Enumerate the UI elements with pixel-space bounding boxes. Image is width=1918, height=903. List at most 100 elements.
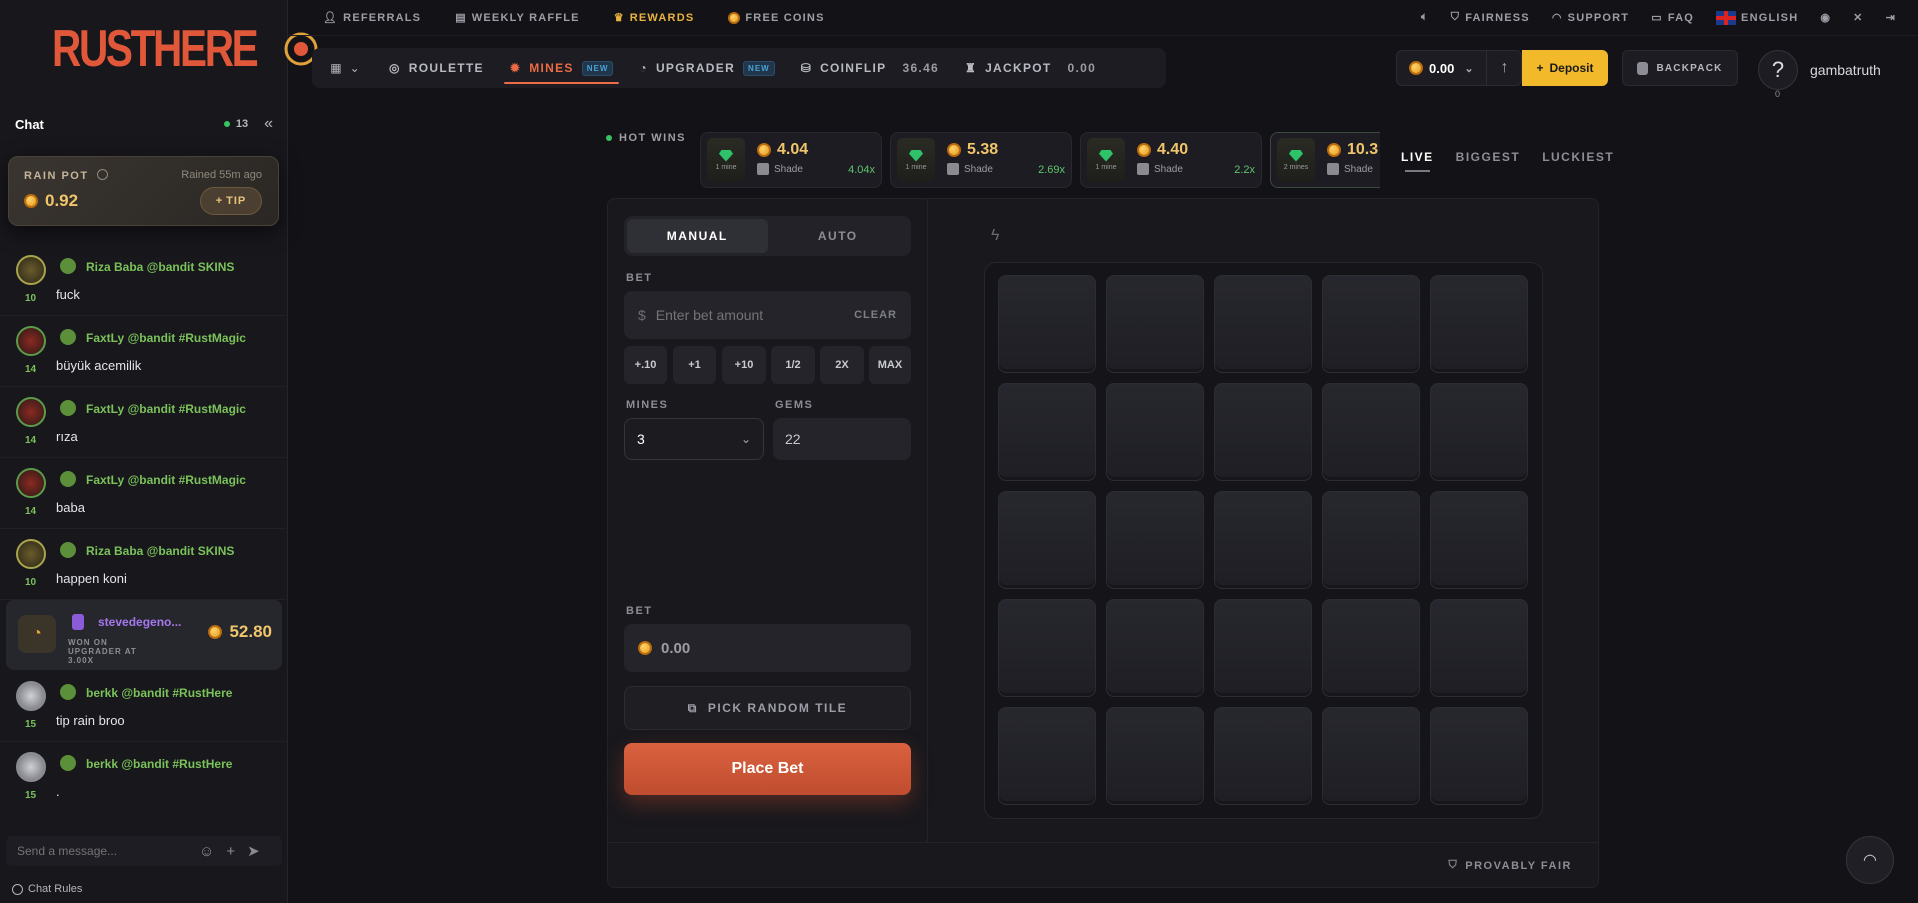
add-10-button[interactable]: +10 <box>722 346 766 384</box>
tab-biggest[interactable]: BIGGEST <box>1456 150 1521 164</box>
avatar[interactable] <box>16 752 46 782</box>
pick-random-tile-button[interactable]: ⧉ PICK RANDOM TILE <box>624 686 911 730</box>
free-coins-link[interactable]: FREE COINS <box>728 11 824 24</box>
sound-icon[interactable]: 🔈︎ <box>1421 11 1429 24</box>
mine-tile[interactable] <box>1430 383 1528 481</box>
coin-icon <box>638 641 652 655</box>
mines-select[interactable]: 3 ⌄ <box>624 418 764 460</box>
avatar[interactable] <box>16 539 46 569</box>
avatar[interactable] <box>16 326 46 356</box>
username[interactable]: FaxtLy @bandit #RustMagic <box>86 473 246 487</box>
tab-manual[interactable]: MANUAL <box>627 219 768 253</box>
bet-amount-input[interactable] <box>655 307 845 323</box>
add-0.10-button[interactable]: +.10 <box>624 346 667 384</box>
hot-win-card[interactable]: 2 mines 10.3 Shade <box>1270 132 1380 188</box>
mine-tile[interactable] <box>998 491 1096 589</box>
x-twitter-icon[interactable]: ✕ <box>1853 11 1863 24</box>
games-menu-button[interactable]: ▦ ⌄ <box>317 53 373 83</box>
faq-link[interactable]: ▭ FAQ <box>1651 11 1694 25</box>
nav-mines[interactable]: ✹ MINES NEW <box>500 48 624 88</box>
support-link[interactable]: ◠ SUPPORT <box>1552 11 1629 25</box>
rewards-link[interactable]: ♛ REWARDS <box>614 11 695 25</box>
referrals-link[interactable]: 👤︎ REFERRALS <box>323 11 421 25</box>
chat-message-input[interactable] <box>17 844 187 858</box>
nav-jackpot[interactable]: ♜ JACKPOT 0.00 <box>955 48 1106 88</box>
discord-icon[interactable]: ◉ <box>1820 11 1831 24</box>
hot-win-card[interactable]: 1 mine 4.40 Shade 2.2x <box>1080 132 1262 188</box>
tab-auto[interactable]: AUTO <box>768 219 909 253</box>
username[interactable]: berkk @bandit #RustHere <box>86 686 232 700</box>
nav-upgrader[interactable]: ◔ UPGRADER NEW <box>629 48 784 88</box>
mine-tile[interactable] <box>1322 383 1420 481</box>
fairness-link[interactable]: ⛉ FAIRNESS <box>1451 11 1530 24</box>
avatar[interactable] <box>16 397 46 427</box>
mine-tile[interactable] <box>1322 275 1420 373</box>
tab-live[interactable]: LIVE <box>1401 150 1434 172</box>
username[interactable]: FaxtLy @bandit #RustMagic <box>86 331 246 345</box>
mine-tile[interactable] <box>1214 707 1312 805</box>
hot-win-card[interactable]: 1 mine 5.38 Shade 2.69x <box>890 132 1072 188</box>
half-button[interactable]: 1/2 <box>771 346 815 384</box>
mine-tile[interactable] <box>1322 707 1420 805</box>
nav-coinflip[interactable]: ⛁ COINFLIP 36.46 <box>791 48 949 88</box>
mine-tile[interactable] <box>1430 707 1528 805</box>
mine-tile[interactable] <box>1106 707 1204 805</box>
tip-button[interactable]: + TIP <box>200 187 262 215</box>
mine-tile[interactable] <box>1214 491 1312 589</box>
mine-tile[interactable] <box>1214 383 1312 481</box>
mine-tile[interactable] <box>1430 599 1528 697</box>
mine-tile[interactable] <box>1322 599 1420 697</box>
add-1-button[interactable]: +1 <box>673 346 716 384</box>
username[interactable]: FaxtLy @bandit #RustMagic <box>86 402 246 416</box>
weekly-raffle-link[interactable]: ▤ WEEKLY RAFFLE <box>455 11 579 25</box>
mine-tile[interactable] <box>1430 275 1528 373</box>
mine-tile[interactable] <box>1106 491 1204 589</box>
username[interactable]: Riza Baba @bandit SKINS <box>86 260 234 274</box>
double-button[interactable]: 2X <box>820 346 864 384</box>
send-icon[interactable]: ➤ <box>247 842 260 860</box>
language-select[interactable]: ENGLISH <box>1716 10 1798 25</box>
user-profile[interactable]: ? 0 gambatruth <box>1758 50 1881 99</box>
emoji-icon[interactable]: ☺ <box>199 843 214 860</box>
hot-win-card[interactable]: 1 mine 4.04 Shade 4.04x <box>700 132 882 188</box>
logout-icon[interactable]: ⇥ <box>1886 11 1896 24</box>
lightning-icon[interactable]: ϟ <box>991 227 999 245</box>
gem-thumbnail: 1 mine <box>1087 138 1125 182</box>
avatar[interactable] <box>16 255 46 285</box>
chat-rules-link[interactable]: Chat Rules <box>12 883 82 895</box>
avatar[interactable] <box>16 681 46 711</box>
add-icon[interactable]: + <box>226 843 235 860</box>
mine-tile[interactable] <box>1214 275 1312 373</box>
mine-tile[interactable] <box>1106 275 1204 373</box>
provably-fair-link[interactable]: PROVABLY FAIR <box>1465 860 1572 872</box>
tab-luckiest[interactable]: LUCKIEST <box>1542 150 1614 164</box>
help-circle-icon <box>12 883 23 895</box>
withdraw-button[interactable]: ↑ <box>1486 50 1522 86</box>
mine-tile[interactable] <box>1322 491 1420 589</box>
max-button[interactable]: MAX <box>869 346 911 384</box>
backpack-button[interactable]: BACKPACK <box>1622 50 1738 86</box>
mine-tile[interactable] <box>998 599 1096 697</box>
mine-tile[interactable] <box>1106 599 1204 697</box>
deposit-button[interactable]: + Deposit <box>1522 50 1608 86</box>
mine-tile[interactable] <box>998 707 1096 805</box>
nav-roulette[interactable]: ◎ ROULETTE <box>379 48 494 88</box>
mine-tile[interactable] <box>1214 599 1312 697</box>
place-bet-button[interactable]: Place Bet <box>624 743 911 795</box>
mine-tile[interactable] <box>998 275 1096 373</box>
chat-message: 15 berkk @bandit #RustHere tip rain broo <box>0 671 288 742</box>
clear-button[interactable]: CLEAR <box>854 309 897 321</box>
avatar[interactable] <box>16 468 46 498</box>
support-chat-button[interactable]: ◠ <box>1846 836 1894 884</box>
site-logo[interactable]: RUSTHERE <box>52 20 318 78</box>
coin-icon <box>24 194 38 208</box>
mine-tile[interactable] <box>1106 383 1204 481</box>
user-avatar[interactable]: ? 0 <box>1758 50 1798 99</box>
winner-username[interactable]: stevedegeno... <box>98 615 181 629</box>
username[interactable]: Riza Baba @bandit SKINS <box>86 544 234 558</box>
mine-tile[interactable] <box>1430 491 1528 589</box>
collapse-chat-icon[interactable]: « <box>264 115 273 133</box>
mine-tile[interactable] <box>998 383 1096 481</box>
username[interactable]: berkk @bandit #RustHere <box>86 757 232 771</box>
coin-icon <box>947 143 961 157</box>
